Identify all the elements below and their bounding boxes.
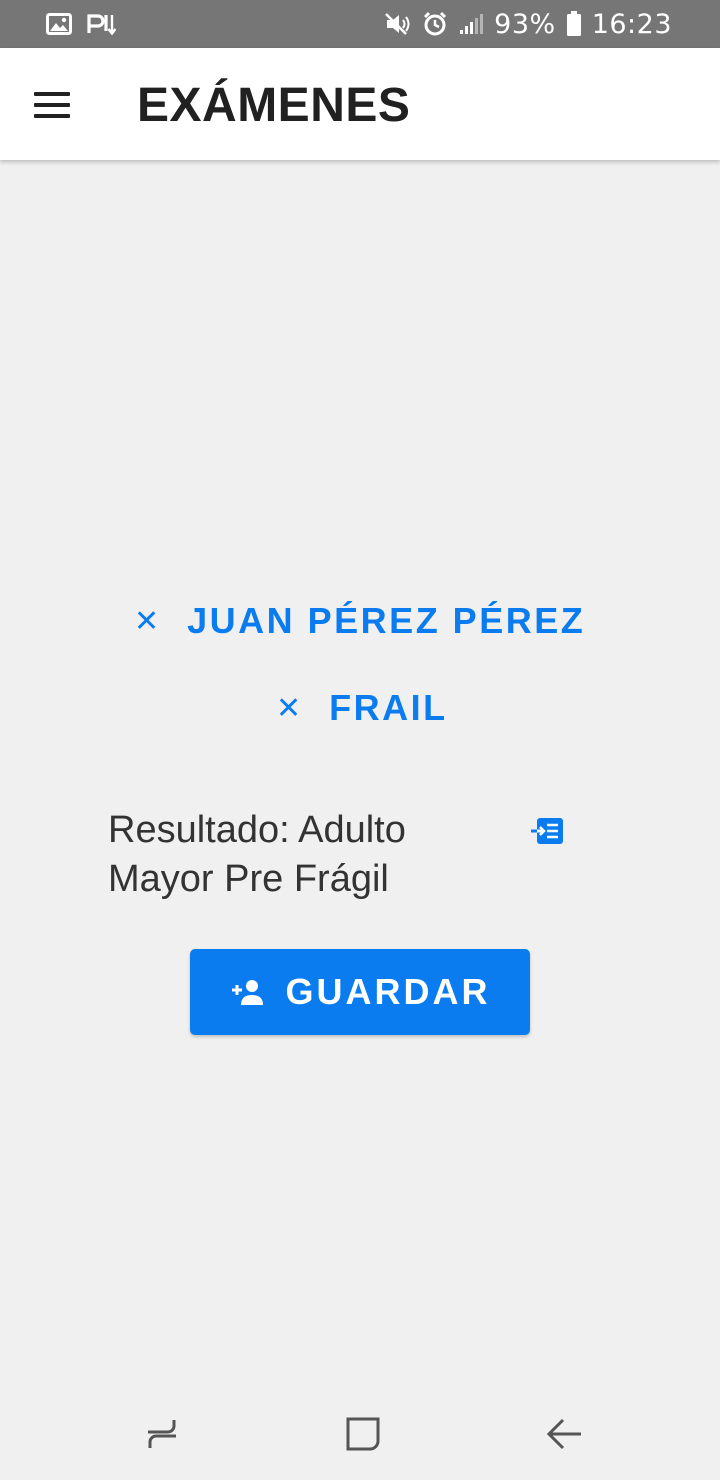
back-icon[interactable] [545,1414,585,1454]
add-person-icon [230,979,264,1005]
gallery-icon [46,13,72,35]
status-bar: 93% 16:23 [0,0,720,48]
test-name: FRAIL [329,687,448,728]
navigation-bar [0,1392,720,1480]
status-bar-left [46,13,116,35]
battery-icon [566,11,582,37]
mute-icon [384,12,412,36]
save-button[interactable]: GUARDAR [190,949,530,1035]
close-icon[interactable]: ✕ [134,604,159,639]
download-icon [86,13,116,35]
result-text: Resultado: Adulto Mayor Pre Frágil [108,809,406,900]
menu-icon-line [34,103,70,107]
save-button-label: GUARDAR [285,971,491,1012]
alarm-icon [422,11,448,37]
import-list-icon[interactable] [531,818,563,844]
status-bar-right: 93% 16:23 [384,9,672,40]
menu-icon-line [34,92,70,96]
menu-icon-line [34,114,70,118]
screen: 93% 16:23 EXÁMENES ✕ JUAN PÉREZ PÉREZ ✕ … [0,0,720,1480]
close-icon[interactable]: ✕ [276,691,301,726]
app-bar: EXÁMENES [0,48,720,160]
home-icon[interactable] [343,1414,383,1454]
clock: 16:23 [591,8,672,40]
test-chip[interactable]: ✕ FRAIL [276,687,448,729]
page-title: EXÁMENES [137,79,411,132]
menu-icon[interactable] [34,92,70,118]
patient-name: JUAN PÉREZ PÉREZ [187,600,586,641]
signal-icon [458,12,484,36]
recents-icon[interactable] [142,1414,182,1454]
patient-chip[interactable]: ✕ JUAN PÉREZ PÉREZ [134,600,585,642]
battery-percentage: 93% [494,8,556,40]
